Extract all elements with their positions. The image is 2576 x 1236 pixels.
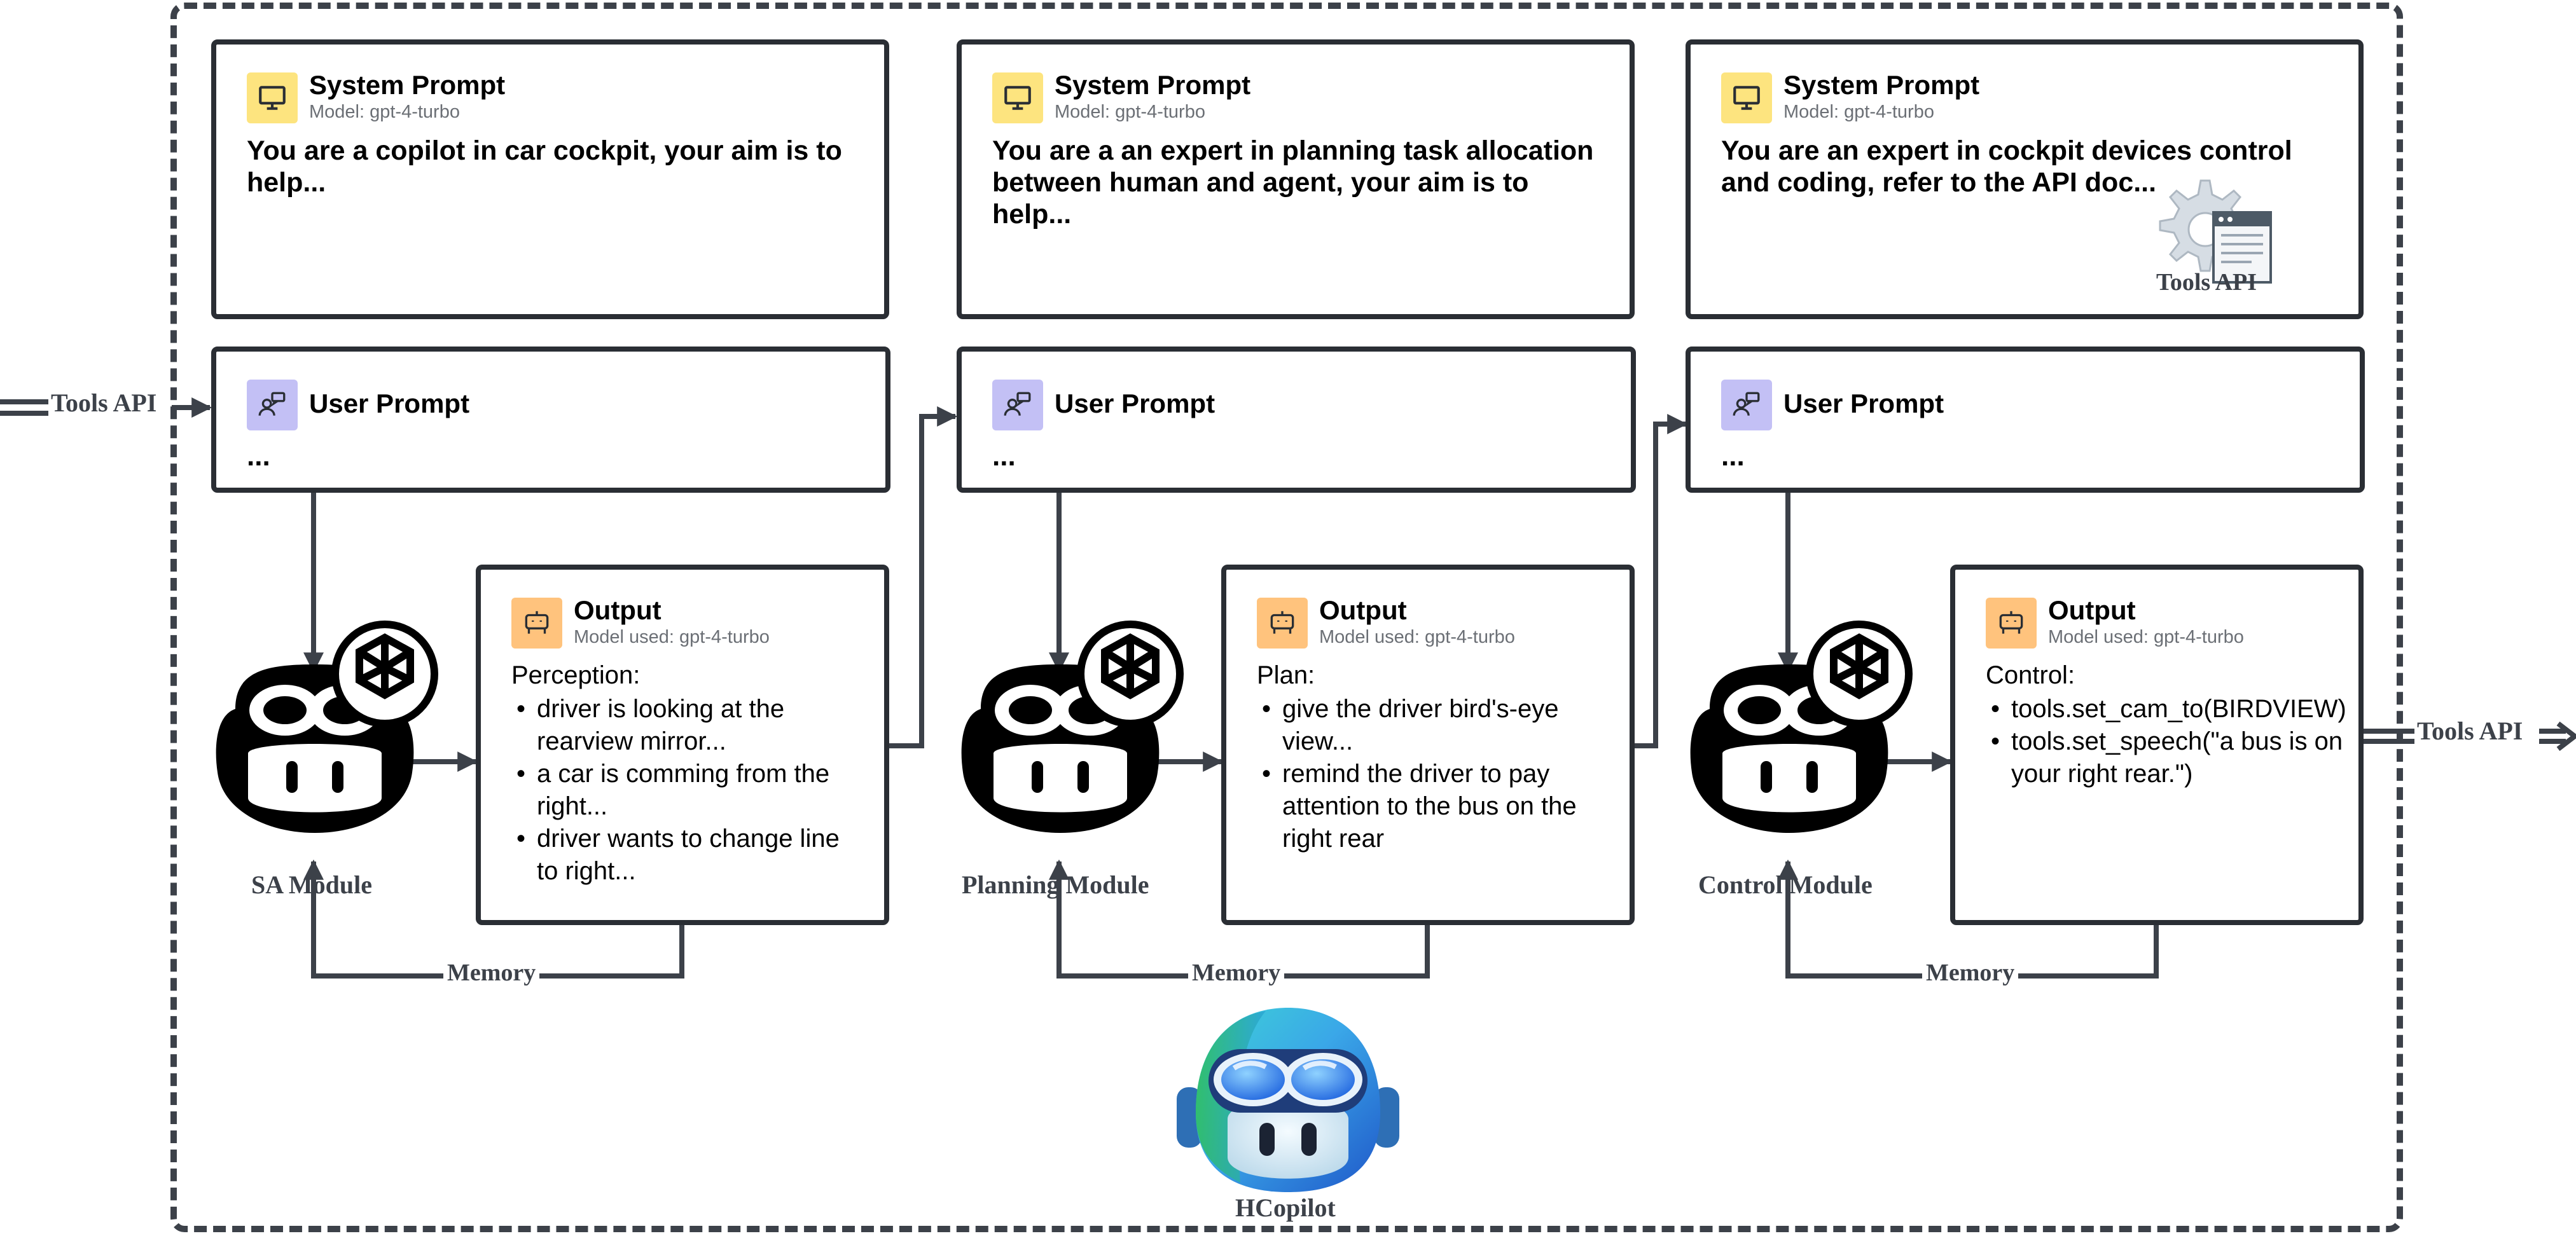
output-title: Output bbox=[574, 595, 661, 625]
user-prompt-title: User Prompt bbox=[309, 388, 470, 418]
user-prompt-title: User Prompt bbox=[1055, 388, 1215, 418]
system-prompt-title: System Prompt bbox=[1783, 70, 1980, 100]
user-prompt-text: ... bbox=[992, 441, 1016, 472]
output-list: driver is looking at the rearview mirror… bbox=[511, 693, 868, 888]
robot-icon bbox=[1257, 598, 1308, 649]
planning-user-prompt-card: User Prompt ... bbox=[957, 347, 1636, 493]
robot-icon bbox=[511, 598, 562, 649]
control-module-label: Control Module bbox=[1698, 870, 1873, 899]
output-heading: Perception: bbox=[511, 661, 641, 689]
tools-api-in-label: Tools API bbox=[48, 388, 160, 418]
output-item: driver wants to change line to right... bbox=[511, 823, 868, 888]
user-message-icon bbox=[1721, 380, 1772, 430]
sa-output-card: Output Model used: gpt-4-turbo Perceptio… bbox=[476, 565, 889, 925]
output-item: driver is looking at the rearview mirror… bbox=[511, 693, 868, 758]
hcopilot-label: HCopilot bbox=[1235, 1193, 1336, 1222]
planning-output-card: Output Model used: gpt-4-turbo Plan: giv… bbox=[1221, 565, 1635, 925]
sa-user-prompt-card: User Prompt ... bbox=[211, 347, 890, 493]
openai-logo-icon bbox=[1077, 621, 1184, 727]
output-heading: Control: bbox=[1986, 661, 2075, 689]
openai-logo-icon bbox=[331, 621, 438, 727]
monitor-icon bbox=[1721, 72, 1772, 123]
copilot-robot-icon bbox=[961, 621, 1184, 833]
planning-memory-label: Memory bbox=[1188, 959, 1285, 987]
system-prompt-title: System Prompt bbox=[309, 70, 506, 100]
planning-system-prompt-card: System Prompt Model: gpt-4-turbo You are… bbox=[957, 39, 1635, 319]
openai-logo-icon bbox=[1806, 621, 1913, 727]
planning-module-label: Planning Module bbox=[962, 870, 1149, 899]
output-heading: Plan: bbox=[1257, 661, 1315, 689]
output-title: Output bbox=[2048, 595, 2136, 625]
output-model-label: Model used: gpt-4-turbo bbox=[2048, 627, 2244, 647]
hcopilot-mascot-icon bbox=[1177, 1008, 1399, 1192]
output-list: tools.set_cam_to(BIRDVIEW) tools.set_spe… bbox=[1986, 693, 2361, 790]
copilot-robot-icon bbox=[1690, 621, 1913, 833]
system-prompt-title: System Prompt bbox=[1055, 70, 1251, 100]
user-message-icon bbox=[992, 380, 1043, 430]
output-title: Output bbox=[1319, 595, 1407, 625]
output-item: a car is comming from the right... bbox=[511, 758, 868, 823]
control-output-card: Output Model used: gpt-4-turbo Control: … bbox=[1950, 565, 2364, 925]
system-prompt-text: You are a copilot in car cockpit, your a… bbox=[247, 135, 842, 198]
system-model-label: Model: gpt-4-turbo bbox=[1783, 102, 1934, 122]
output-list: give the driver bird's-eye view... remin… bbox=[1257, 693, 1600, 855]
output-model-label: Model used: gpt-4-turbo bbox=[1319, 627, 1515, 647]
control-user-prompt-card: User Prompt ... bbox=[1686, 347, 2365, 493]
sa-module-label: SA Module bbox=[251, 870, 373, 899]
user-prompt-title: User Prompt bbox=[1783, 388, 1944, 418]
copilot-robot-icon bbox=[216, 621, 438, 833]
output-item: tools.set_speech("a bus is on your right… bbox=[1986, 725, 2361, 790]
sa-system-prompt-card: System Prompt Model: gpt-4-turbo You are… bbox=[211, 39, 889, 319]
output-item: tools.set_cam_to(BIRDVIEW) bbox=[1986, 693, 2361, 725]
robot-icon bbox=[1986, 598, 2037, 649]
output-item: give the driver bird's-eye view... bbox=[1257, 693, 1600, 758]
system-model-label: Model: gpt-4-turbo bbox=[309, 102, 460, 122]
tools-api-caption: Tools API bbox=[2156, 269, 2257, 296]
output-item: remind the driver to pay attention to th… bbox=[1257, 758, 1600, 855]
control-system-prompt-card: System Prompt Model: gpt-4-turbo You are… bbox=[1686, 39, 2364, 319]
tools-api-out-head bbox=[2556, 721, 2576, 752]
user-message-icon bbox=[247, 380, 298, 430]
output-model-label: Model used: gpt-4-turbo bbox=[574, 627, 770, 647]
system-prompt-text: You are a an expert in planning task all… bbox=[992, 135, 1594, 230]
system-model-label: Model: gpt-4-turbo bbox=[1055, 102, 1205, 122]
tools-api-out-label: Tools API bbox=[2414, 716, 2526, 746]
monitor-icon bbox=[992, 72, 1043, 123]
monitor-icon bbox=[247, 72, 298, 123]
user-prompt-text: ... bbox=[1721, 441, 1745, 472]
sa-to-planning-arrow bbox=[889, 406, 958, 748]
sa-memory-label: Memory bbox=[443, 959, 540, 987]
user-prompt-text: ... bbox=[247, 441, 270, 472]
planning-to-control-arrow bbox=[1635, 414, 1688, 748]
control-memory-label: Memory bbox=[1922, 959, 2019, 987]
